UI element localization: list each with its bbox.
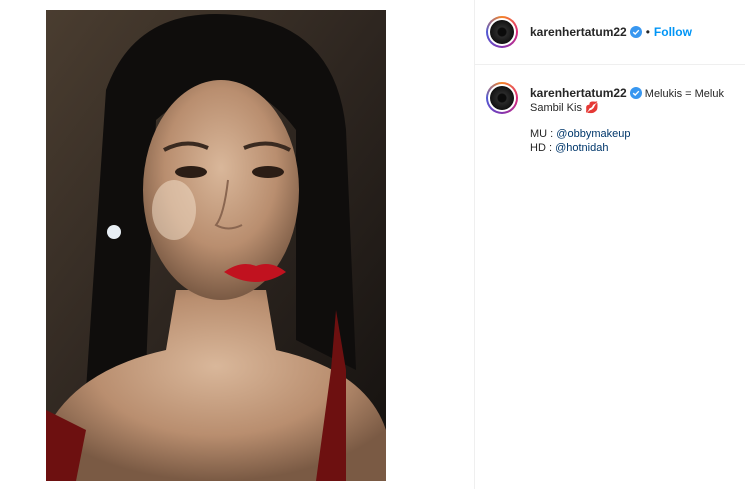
credit-label: MU : xyxy=(530,128,554,140)
post-caption: karenhertatum22 Melukis = Meluk Sambil K… xyxy=(530,86,740,155)
post-header: karenhertatum22 • Follow xyxy=(530,25,692,39)
header-avatar[interactable] xyxy=(486,16,518,48)
verified-badge-icon xyxy=(629,26,642,38)
mention-link[interactable]: @obbymakeup xyxy=(556,128,630,140)
instagram-post: karenhertatum22 • Follow karenhertatum22 M… xyxy=(0,0,745,489)
follow-button[interactable]: Follow xyxy=(654,25,692,39)
lips-emoji-icon: 💋 xyxy=(585,102,599,114)
header-username[interactable]: karenhertatum22 xyxy=(530,25,627,39)
credit-line: HD : @hotnidah xyxy=(530,141,740,155)
caption-credits: MU : @obbymakeup HD : @hotnidah xyxy=(530,127,740,155)
panel-divider xyxy=(474,0,475,489)
mention-link[interactable]: @hotnidah xyxy=(555,142,608,154)
portrait-image xyxy=(46,10,386,481)
avatar-ring xyxy=(488,18,516,46)
caption-avatar[interactable] xyxy=(486,82,518,114)
avatar-image xyxy=(490,86,514,110)
caption-username[interactable]: karenhertatum22 xyxy=(530,86,627,100)
verified-badge-icon xyxy=(629,87,642,99)
header-separator: • xyxy=(645,25,650,39)
credit-label: HD : xyxy=(530,142,552,154)
header-divider xyxy=(475,64,745,65)
post-photo[interactable] xyxy=(46,10,386,481)
avatar-ring xyxy=(488,84,516,112)
avatar-image xyxy=(490,20,514,44)
credit-line: MU : @obbymakeup xyxy=(530,127,740,141)
